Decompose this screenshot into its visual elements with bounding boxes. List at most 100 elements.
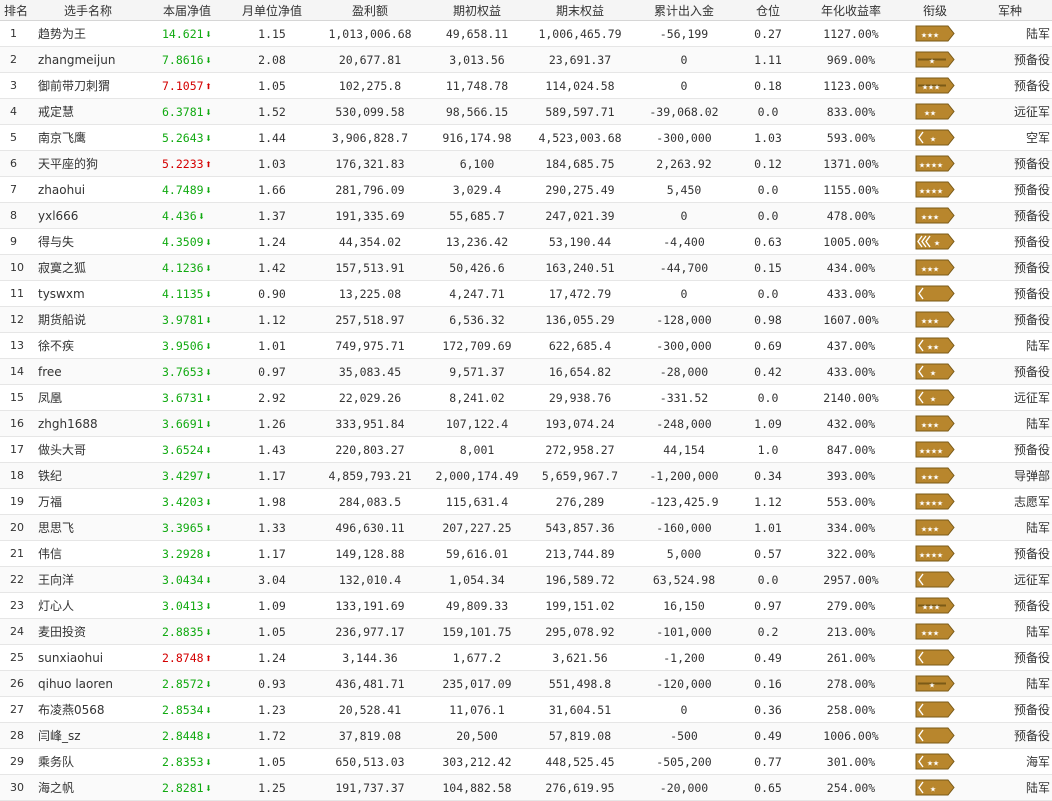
branch-cell: 海军	[968, 748, 1052, 775]
player-name-link[interactable]: 海之帆	[32, 774, 144, 801]
table-row[interactable]: 24 麦田投资 2.8835 ⬇ 1.05 236,977.17 159,101.…	[0, 618, 1052, 645]
rank-cell: 5	[0, 124, 32, 151]
player-name-link[interactable]: sunxiaohui	[32, 644, 144, 671]
table-row[interactable]: 14 free 3.7653 ⬇ 0.97 35,083.45 9,571.37 …	[0, 358, 1052, 385]
column-header[interactable]: 排名	[0, 0, 32, 21]
rank-badge-icon: ★ ★ ★	[915, 259, 955, 276]
player-name-link[interactable]: 趋势为王	[32, 20, 144, 47]
initial-equity-cell: 49,658.11	[426, 20, 528, 47]
table-row[interactable]: 15 凤凰 3.6731 ⬇ 2.92 22,029.26 8,241.02 29…	[0, 384, 1052, 411]
player-name-link[interactable]: qihuo laoren	[32, 670, 144, 697]
table-row[interactable]: 11 tyswxm 4.1135 ⬇ 0.90 13,225.08 4,247.7…	[0, 280, 1052, 307]
final-equity-cell: 57,819.08	[528, 722, 632, 749]
table-row[interactable]: 2 zhangmeijun 7.8616 ⬇ 2.08 20,677.81 3,0…	[0, 46, 1052, 73]
column-header[interactable]: 盈利额	[314, 0, 426, 21]
table-row[interactable]: 21 伟信 3.2928 ⬇ 1.17 149,128.88 59,616.01 …	[0, 540, 1052, 567]
player-name-link[interactable]: 乘务队	[32, 748, 144, 775]
player-name-link[interactable]: 王向洋	[32, 566, 144, 593]
rank-cell: 9	[0, 228, 32, 255]
player-name-link[interactable]: 铁纪	[32, 462, 144, 489]
profit-cell: 3,906,828.7	[314, 124, 426, 151]
table-row[interactable]: 26 qihuo laoren 2.8572 ⬇ 0.93 436,481.71 …	[0, 670, 1052, 697]
player-name-link[interactable]: 做头大哥	[32, 436, 144, 463]
player-name-link[interactable]: 得与失	[32, 228, 144, 255]
table-row[interactable]: 19 万福 3.4203 ⬇ 1.98 284,083.5 115,631.4 2…	[0, 488, 1052, 515]
player-name-link[interactable]: 御前带刀刺猬	[32, 72, 144, 99]
player-name-link[interactable]: tyswxm	[32, 280, 144, 307]
nav-cell: 6.3781 ⬇	[144, 98, 230, 125]
table-row[interactable]: 13 徐不疾 3.9506 ⬇ 1.01 749,975.71 172,709.6…	[0, 332, 1052, 359]
table-row[interactable]: 12 期货船说 3.9781 ⬇ 1.12 257,518.97 6,536.32…	[0, 306, 1052, 333]
rank-badge-cell: ★ ★ ★	[902, 72, 968, 99]
player-name-link[interactable]: 麦田投资	[32, 618, 144, 645]
table-row[interactable]: 20 思思飞 3.3965 ⬇ 1.33 496,630.11 207,227.2…	[0, 514, 1052, 541]
final-equity-cell: 290,275.49	[528, 176, 632, 203]
table-row[interactable]: 9 得与失 4.3509 ⬇ 1.24 44,354.02 13,236.42 5…	[0, 228, 1052, 255]
player-name-link[interactable]: 期货船说	[32, 306, 144, 333]
nav-cell: 5.2233 ⬆	[144, 150, 230, 177]
table-row[interactable]: 5 南京飞鹰 5.2643 ⬇ 1.44 3,906,828.7 916,174.…	[0, 124, 1052, 151]
cumulative-flow-cell: -56,199	[632, 20, 736, 47]
player-name-link[interactable]: 闫峰_sz	[32, 722, 144, 749]
table-row[interactable]: 30 海之帆 2.8281 ⬇ 1.25 191,737.37 104,882.5…	[0, 774, 1052, 801]
table-row[interactable]: 8 yxl666 4.436 ⬇ 1.37 191,335.69 55,685.7…	[0, 202, 1052, 229]
column-header[interactable]: 年化收益率	[800, 0, 902, 21]
column-header[interactable]: 衔级	[902, 0, 968, 21]
table-row[interactable]: 18 铁纪 3.4297 ⬇ 1.17 4,859,793.21 2,000,17…	[0, 462, 1052, 489]
player-name-link[interactable]: 伟信	[32, 540, 144, 567]
table-row[interactable]: 10 寂寞之狐 4.1236 ⬇ 1.42 157,513.91 50,426.6…	[0, 254, 1052, 281]
column-header[interactable]: 选手名称	[32, 0, 144, 21]
player-name-link[interactable]: 寂寞之狐	[32, 254, 144, 281]
column-header[interactable]: 本届净值	[144, 0, 230, 21]
table-row[interactable]: 7 zhaohui 4.7489 ⬇ 1.66 281,796.09 3,029.…	[0, 176, 1052, 203]
table-row[interactable]: 29 乘务队 2.8353 ⬇ 1.05 650,513.03 303,212.4…	[0, 748, 1052, 775]
table-row[interactable]: 4 戒定慧 6.3781 ⬇ 1.52 530,099.58 98,566.15 …	[0, 98, 1052, 125]
player-name-link[interactable]: 徐不疾	[32, 332, 144, 359]
player-name-link[interactable]: 戒定慧	[32, 98, 144, 125]
column-header[interactable]: 仓位	[736, 0, 800, 21]
player-name-link[interactable]: 布凌燕0568	[32, 696, 144, 723]
unit-nav-cell: 1.52	[230, 98, 314, 125]
column-header[interactable]: 期初权益	[426, 0, 528, 21]
table-row[interactable]: 1 趋势为王 14.621 ⬇ 1.15 1,013,006.68 49,658.…	[0, 20, 1052, 47]
table-row[interactable]: 23 灯心人 3.0413 ⬇ 1.09 133,191.69 49,809.33…	[0, 592, 1052, 619]
branch-cell: 预备役	[968, 228, 1052, 255]
player-name-link[interactable]: 南京飞鹰	[32, 124, 144, 151]
table-row[interactable]: 16 zhgh1688 3.6691 ⬇ 1.26 333,951.84 107,…	[0, 410, 1052, 437]
svg-text:★: ★	[933, 760, 939, 768]
svg-text:★: ★	[934, 604, 940, 612]
profit-cell: 133,191.69	[314, 592, 426, 619]
table-row[interactable]: 27 布凌燕0568 2.8534 ⬇ 1.23 20,528.41 11,076…	[0, 696, 1052, 723]
column-header[interactable]: 月单位净值	[230, 0, 314, 21]
table-row[interactable]: 25 sunxiaohui 2.8748 ⬆ 1.24 3,144.36 1,67…	[0, 644, 1052, 671]
player-name-link[interactable]: zhaohui	[32, 176, 144, 203]
leaderboard-body: 1 趋势为王 14.621 ⬇ 1.15 1,013,006.68 49,658.…	[0, 20, 1052, 801]
table-row[interactable]: 22 王向洋 3.0434 ⬇ 3.04 132,010.4 1,054.34 1…	[0, 566, 1052, 593]
cumulative-flow-cell: 0	[632, 202, 736, 229]
table-row[interactable]: 3 御前带刀刺猬 7.1057 ⬆ 1.05 102,275.8 11,748.7…	[0, 72, 1052, 99]
trend-arrow-icon: ⬇	[205, 468, 213, 483]
player-name-link[interactable]: 灯心人	[32, 592, 144, 619]
player-name-link[interactable]: zhgh1688	[32, 410, 144, 437]
nav-value: 3.9506	[162, 338, 204, 353]
rank-badge-cell: ★ ★ ★ ★	[902, 176, 968, 203]
player-name-link[interactable]: zhangmeijun	[32, 46, 144, 73]
player-name-link[interactable]: yxl666	[32, 202, 144, 229]
cumulative-flow-cell: -128,000	[632, 306, 736, 333]
player-name-link[interactable]: 万福	[32, 488, 144, 515]
player-name-link[interactable]: 凤凰	[32, 384, 144, 411]
svg-text:★: ★	[937, 162, 943, 170]
initial-equity-cell: 107,122.4	[426, 410, 528, 437]
annual-return-cell: 278.00%	[800, 670, 902, 697]
table-row[interactable]: 6 天平座的狗 5.2233 ⬆ 1.03 176,321.83 6,100 18…	[0, 150, 1052, 177]
player-name-link[interactable]: 天平座的狗	[32, 150, 144, 177]
player-name-link[interactable]: 思思飞	[32, 514, 144, 541]
player-name-link[interactable]: free	[32, 358, 144, 385]
table-row[interactable]: 17 做头大哥 3.6524 ⬇ 1.43 220,803.27 8,001 27…	[0, 436, 1052, 463]
initial-equity-cell: 11,748.78	[426, 72, 528, 99]
table-row[interactable]: 28 闫峰_sz 2.8448 ⬇ 1.72 37,819.08 20,500 5…	[0, 722, 1052, 749]
nav-cell: 3.4297 ⬇	[144, 462, 230, 489]
column-header[interactable]: 累计出入金	[632, 0, 736, 21]
column-header[interactable]: 军种	[968, 0, 1052, 21]
column-header[interactable]: 期末权益	[528, 0, 632, 21]
